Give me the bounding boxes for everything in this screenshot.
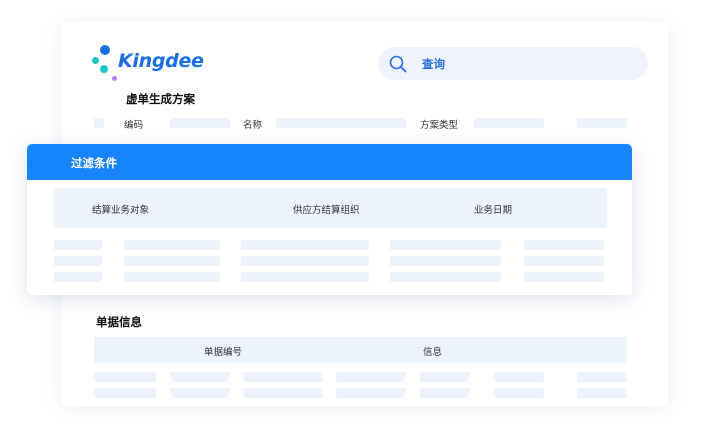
doc-number-column: 单据编号 <box>204 347 243 358</box>
doc-row-1-col-3 <box>243 372 323 382</box>
settlement-object-label[interactable]: 结算业务对象 <box>92 202 149 216</box>
filter-row-3-col-5 <box>524 272 604 282</box>
scheme-title: 虚单生成方案 <box>126 92 195 106</box>
code-label: 编码 <box>124 120 144 131</box>
name-label: 名称 <box>243 120 263 131</box>
search-label: 查询 <box>422 57 445 71</box>
filter-panel-title: 过滤条件 <box>71 156 117 170</box>
business-date-label[interactable]: 业务日期 <box>474 202 512 216</box>
filter-row-2-col-2 <box>124 256 220 266</box>
doc-row-2-col-7 <box>577 388 627 398</box>
logo-dot-purple <box>112 76 117 81</box>
doc-row-2-col-1 <box>94 388 156 398</box>
filter-row-1-col-1 <box>54 240 102 250</box>
doc-row-2-col-3 <box>243 388 323 398</box>
doc-row-1-col-5 <box>420 372 470 382</box>
doc-row-1-col-1 <box>94 372 156 382</box>
doc-info-title: 单据信息 <box>96 315 142 329</box>
filter-row-2-col-5 <box>524 256 604 266</box>
doc-row-1-col-2 <box>170 372 230 382</box>
logo-dot-blue <box>100 45 110 55</box>
doc-info-header: 单据编号 信息 <box>94 337 627 363</box>
type-label: 方案类型 <box>420 120 459 131</box>
filter-panel: 过滤条件 结算业务对象 供应方结算组织 业务日期 <box>27 144 632 295</box>
filter-row-1-col-3 <box>241 240 369 250</box>
filter-row-3-col-2 <box>124 272 220 282</box>
filter-row-3-col-4 <box>390 272 501 282</box>
filter-row-1-col-2 <box>124 240 220 250</box>
logo-dot-cyan <box>100 65 108 73</box>
name-value <box>276 118 406 128</box>
logo-text: Kingdee <box>118 50 204 72</box>
filter-row-2-col-3 <box>241 256 369 266</box>
filter-row-3-col-3 <box>241 272 369 282</box>
filter-row-1-col-5 <box>524 240 604 250</box>
doc-row-1-col-4 <box>336 372 406 382</box>
doc-row-2-col-5 <box>420 388 470 398</box>
filter-row-2-col-4 <box>390 256 501 266</box>
scheme-checkbox[interactable] <box>94 118 104 128</box>
doc-row-1-col-6 <box>494 372 544 382</box>
search-icon <box>389 55 407 73</box>
doc-row-1-col-7 <box>577 372 627 382</box>
doc-row-2-col-6 <box>494 388 544 398</box>
logo-dot-cyan-small <box>92 57 99 64</box>
info-column: 信息 <box>423 347 443 358</box>
doc-row-2-col-2 <box>170 388 230 398</box>
search-box[interactable]: 查询 <box>378 47 648 80</box>
doc-row-2-col-4 <box>336 388 406 398</box>
extra-value <box>577 118 627 128</box>
supplier-org-label[interactable]: 供应方结算组织 <box>293 202 360 216</box>
type-value <box>474 118 544 128</box>
code-value <box>170 118 230 128</box>
filter-fields-row: 结算业务对象 供应方结算组织 业务日期 <box>53 188 607 228</box>
filter-panel-header: 过滤条件 <box>27 144 632 180</box>
filter-row-2-col-1 <box>54 256 102 266</box>
filter-row-1-col-4 <box>390 240 501 250</box>
filter-row-3-col-1 <box>54 272 102 282</box>
